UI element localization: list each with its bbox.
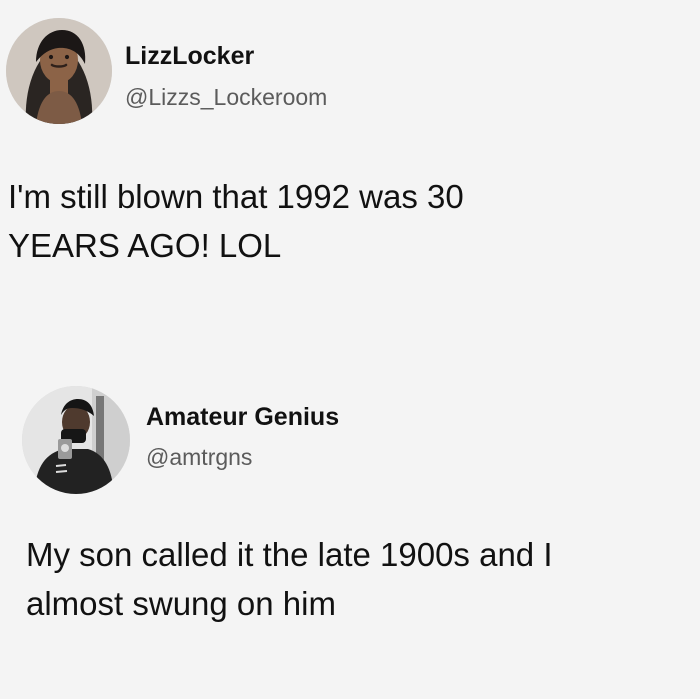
display-name[interactable]: LizzLocker [125, 42, 254, 71]
tweet-text-line: YEARS AGO! LOL [8, 227, 282, 264]
tweet-text: My son called it the late 1900s and I al… [26, 530, 686, 628]
tweet-text: I'm still blown that 1992 was 30 YEARS A… [8, 172, 688, 270]
tweet-lizzlocker: LizzLocker @Lizzs_Lockeroom I'm still bl… [0, 0, 700, 360]
tweet-text-line: My son called it the late 1900s and I [26, 536, 553, 573]
user-handle[interactable]: @amtrgns [146, 444, 252, 471]
tweet-text-line: almost swung on him [26, 585, 336, 622]
cartoon-woman-avatar-icon[interactable] [6, 18, 112, 124]
tweet-amateur-genius: Amateur Genius @amtrgns My son called it… [0, 360, 700, 699]
user-handle[interactable]: @Lizzs_Lockeroom [125, 84, 327, 111]
tweet-text-line: I'm still blown that 1992 was 30 [8, 178, 464, 215]
display-name[interactable]: Amateur Genius [146, 403, 339, 432]
mirror-selfie-avatar-icon[interactable] [22, 386, 130, 494]
